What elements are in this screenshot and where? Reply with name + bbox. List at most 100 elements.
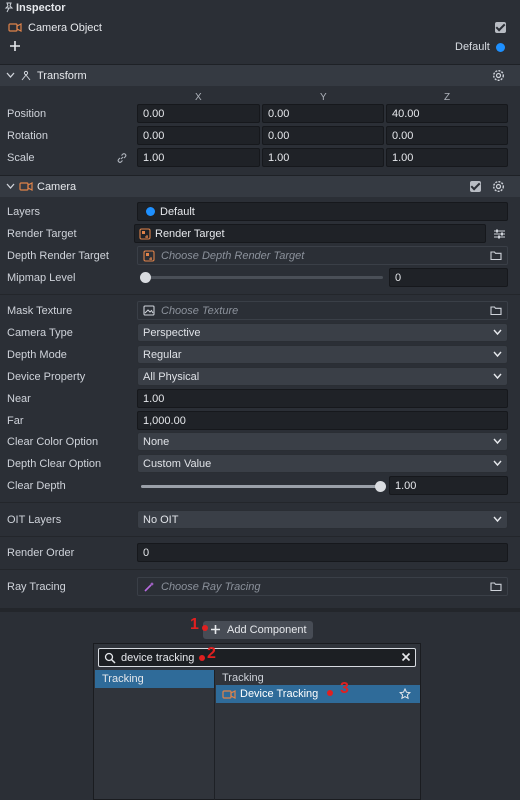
panel-bottom-separator: [0, 608, 520, 612]
depth-render-target-label: Depth Render Target: [7, 250, 109, 262]
transform-icon: [20, 70, 32, 82]
clear-depth-slider-handle[interactable]: [375, 481, 386, 492]
category-item-tracking[interactable]: Tracking: [95, 670, 214, 688]
mipmap-slider-handle[interactable]: [140, 272, 151, 283]
add-icon[interactable]: [9, 40, 21, 52]
transform-title: Transform: [37, 70, 87, 82]
clear-color-row: Clear Color Option None: [0, 432, 520, 454]
ray-tracing-placeholder: Choose Ray Tracing: [161, 581, 261, 593]
depth-render-target-placeholder: Choose Depth Render Target: [161, 250, 305, 262]
sliders-icon[interactable]: [493, 228, 506, 240]
render-target-row: Render Target Render Target: [0, 224, 520, 246]
gear-icon[interactable]: [492, 69, 505, 82]
position-z-field[interactable]: 40.00: [386, 104, 508, 123]
camera-enabled-checkbox[interactable]: [470, 181, 481, 192]
scale-z-field[interactable]: 1.00: [386, 148, 508, 167]
mipmap-slider-track[interactable]: [140, 272, 383, 283]
section-divider: [0, 536, 520, 537]
camera-icon: [222, 689, 236, 700]
rotation-x-field[interactable]: 0.00: [137, 126, 260, 145]
mask-texture-field[interactable]: Choose Texture: [137, 301, 508, 320]
category-list: Tracking: [94, 670, 215, 800]
mipmap-label: Mipmap Level: [7, 272, 76, 284]
chevron-down-icon: [493, 457, 502, 469]
device-property-label: Device Property: [7, 371, 86, 383]
camera-header[interactable]: Camera: [0, 175, 520, 197]
chevron-down-icon: [493, 513, 502, 525]
result-label: Device Tracking: [240, 688, 319, 700]
results-header: Tracking: [222, 672, 264, 684]
ray-tracing-label: Ray Tracing: [7, 581, 66, 593]
far-label: Far: [7, 415, 24, 427]
search-input[interactable]: device tracking: [121, 652, 194, 664]
depth-mode-select[interactable]: Regular: [137, 345, 508, 364]
category-label: Tracking: [102, 673, 144, 685]
wand-icon: [143, 581, 155, 593]
position-y-field[interactable]: 0.00: [262, 104, 384, 123]
rotation-label: Rotation: [7, 130, 48, 142]
camera-title: Camera: [37, 181, 77, 193]
device-property-row: Device Property All Physical: [0, 367, 520, 389]
camera-type-label: Camera Type: [7, 327, 73, 339]
star-icon[interactable]: [399, 688, 411, 700]
mipmap-value-field[interactable]: 0: [389, 268, 508, 287]
oit-select[interactable]: No OIT: [137, 510, 508, 529]
oit-label: OIT Layers: [7, 514, 62, 526]
near-field[interactable]: 1.00: [137, 389, 508, 408]
far-row: Far 1,000.00: [0, 411, 520, 433]
camera-type-select[interactable]: Perspective: [137, 323, 508, 342]
folder-icon[interactable]: [490, 581, 502, 592]
clear-depth-slider-fill: [141, 485, 381, 488]
axis-label-y: Y: [320, 92, 327, 103]
clear-depth-value-field[interactable]: 1.00: [389, 476, 508, 495]
annotation-dot-1: [202, 625, 208, 631]
gear-icon[interactable]: [492, 180, 505, 193]
mipmap-row: Mipmap Level 0: [0, 268, 520, 290]
layers-value: Default: [160, 206, 195, 218]
chevron-down-icon[interactable]: [6, 72, 15, 79]
clear-depth-slider-track[interactable]: [141, 481, 386, 492]
search-field[interactable]: device tracking: [98, 648, 416, 667]
render-order-label: Render Order: [7, 547, 75, 559]
scale-x-field[interactable]: 1.00: [137, 148, 260, 167]
transform-header[interactable]: Transform: [0, 64, 520, 86]
chevron-down-icon[interactable]: [6, 183, 15, 190]
clear-search-icon[interactable]: [401, 652, 411, 662]
object-enabled-checkbox[interactable]: [495, 22, 506, 33]
render-order-row: Render Order 0: [0, 543, 520, 565]
depth-render-target-field[interactable]: Choose Depth Render Target: [137, 246, 508, 265]
chevron-down-icon: [493, 435, 502, 447]
depth-mode-value: Regular: [143, 349, 182, 361]
rotation-z-field[interactable]: 0.00: [386, 126, 508, 145]
layers-field[interactable]: Default: [137, 202, 508, 221]
position-label: Position: [7, 108, 47, 120]
folder-icon[interactable]: [490, 250, 502, 261]
render-order-field[interactable]: 0: [137, 543, 508, 562]
link-icon[interactable]: [116, 152, 128, 164]
annotation-dot-2: [199, 655, 205, 661]
layer-label[interactable]: Default: [455, 41, 490, 53]
scale-y-field[interactable]: 1.00: [262, 148, 384, 167]
result-item-device-tracking[interactable]: Device Tracking: [216, 685, 420, 703]
position-x-field[interactable]: 0.00: [137, 104, 260, 123]
oit-row: OIT Layers No OIT: [0, 510, 520, 532]
depth-clear-value: Custom Value: [143, 458, 212, 470]
rotation-y-field[interactable]: 0.00: [262, 126, 384, 145]
device-property-select[interactable]: All Physical: [137, 367, 508, 386]
clear-color-value: None: [143, 436, 170, 448]
render-target-field[interactable]: Render Target: [134, 224, 486, 243]
chevron-down-icon: [493, 348, 502, 360]
object-name[interactable]: Camera Object: [28, 22, 102, 34]
pin-icon[interactable]: [4, 2, 14, 13]
ray-tracing-row: Ray Tracing Choose Ray Tracing: [0, 577, 520, 599]
clear-color-select[interactable]: None: [137, 432, 508, 451]
ray-tracing-field[interactable]: Choose Ray Tracing: [137, 577, 508, 596]
depth-clear-row: Depth Clear Option Custom Value: [0, 454, 520, 476]
far-field[interactable]: 1,000.00: [137, 411, 508, 430]
chevron-down-icon: [493, 326, 502, 338]
folder-icon[interactable]: [490, 305, 502, 316]
image-icon: [143, 305, 155, 316]
add-component-button[interactable]: Add Component: [203, 621, 313, 639]
depth-clear-select[interactable]: Custom Value: [137, 454, 508, 473]
inspector-header: Inspector Camera Object Default: [0, 0, 520, 62]
